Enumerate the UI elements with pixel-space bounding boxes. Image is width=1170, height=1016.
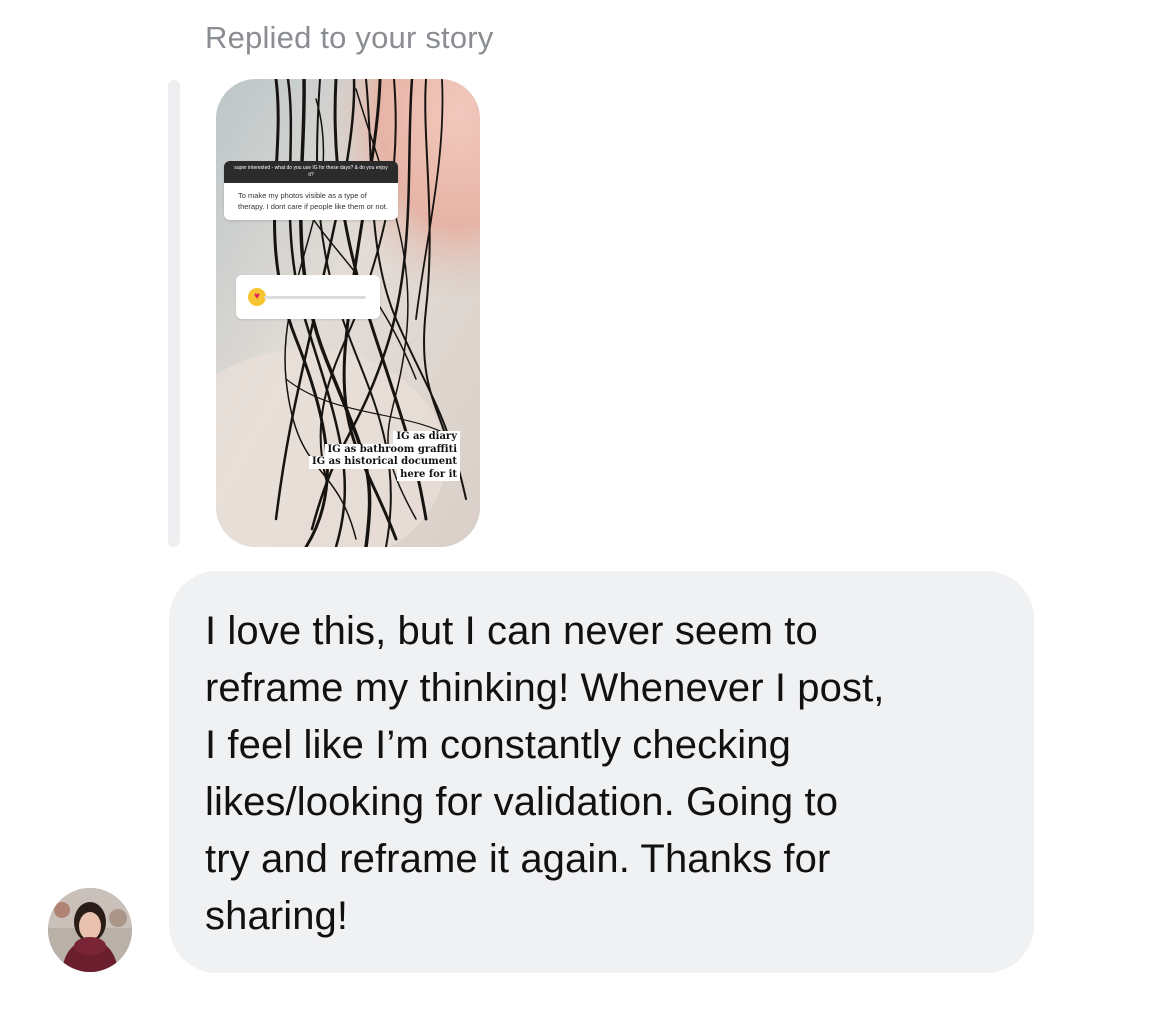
- story-preview[interactable]: super interested - what do you use IG fo…: [216, 79, 480, 547]
- story-caption: here for it: [397, 468, 460, 481]
- emoji-slider-sticker: ♥: [236, 275, 380, 319]
- sender-avatar[interactable]: [48, 888, 132, 972]
- reply-context-label: Replied to your story: [205, 20, 494, 55]
- dm-thread: Replied to your story super interested -…: [0, 0, 1170, 1016]
- avatar-photo: [48, 888, 132, 972]
- story-captions: IG as diary IG as bathroom graffiti IG a…: [308, 431, 460, 481]
- question-sticker: super interested - what do you use IG fo…: [224, 161, 398, 220]
- quote-bar: [168, 80, 180, 547]
- story-caption: IG as bathroom graffiti: [324, 443, 460, 456]
- message-bubble[interactable]: I love this, but I can never seem to ref…: [169, 571, 1034, 973]
- story-caption: IG as historical document: [308, 456, 460, 469]
- story-caption: IG as diary: [393, 431, 460, 444]
- question-sticker-prompt: super interested - what do you use IG fo…: [224, 161, 398, 183]
- emoji-slider-track: [264, 296, 366, 299]
- question-sticker-answer: To make my photos visible as a type of t…: [224, 183, 398, 220]
- message-text: I love this, but I can never seem to ref…: [205, 609, 885, 938]
